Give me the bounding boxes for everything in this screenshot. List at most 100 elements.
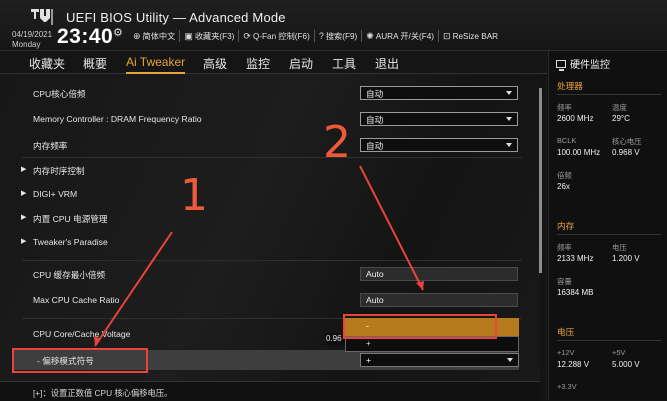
menu-tab-0[interactable]: 收藏夹 xyxy=(29,55,65,72)
hw-metric-value: 1.200 V xyxy=(612,254,640,263)
setting-label: CPU Core/Cache Voltage xyxy=(33,329,131,339)
setting-value: Auto xyxy=(366,295,384,305)
toolbar-label: 收藏夹(F3) xyxy=(194,32,235,41)
divider xyxy=(557,234,661,235)
setting-select[interactable]: 自动 xyxy=(360,86,518,100)
setting-label: DIGI+ VRM xyxy=(33,189,78,199)
menu-tab-5[interactable]: 启动 xyxy=(289,55,313,72)
setting-row[interactable]: Max CPU Cache Ratio Auto xyxy=(0,289,540,313)
hw-metric-value: 16384 MB xyxy=(557,288,594,297)
hw-metric-label: 频率 xyxy=(557,103,572,112)
description-bar: [+]：设置正数值 CPU 核心偏移电压。 xyxy=(0,381,540,401)
setting-input[interactable]: Auto xyxy=(360,293,518,307)
chevron-down-icon xyxy=(506,143,512,147)
setting-row[interactable]: Memory Controller : DRAM Frequency Ratio… xyxy=(0,108,540,132)
hw-metric-value: 2133 MHz xyxy=(557,254,594,263)
toolbar-label: 简体中文 xyxy=(142,32,176,41)
hw-section-title: 内存 xyxy=(557,221,575,231)
setting-row[interactable]: ▶ 内置 CPU 电源管理 xyxy=(0,207,540,231)
setting-label: CPU 缓存最小倍频 xyxy=(33,270,106,280)
day-text: Monday xyxy=(12,40,41,49)
annotation-number-1: 1 xyxy=(180,170,208,221)
hw-metric-label: 倍频 xyxy=(557,171,572,180)
setting-row[interactable]: ▶ 内存时序控制 xyxy=(0,159,540,183)
date-display: 04/19/2021 Monday xyxy=(12,30,52,50)
hw-metric-value: 0.968 V xyxy=(612,148,640,157)
hw-metric-label: 核心电压 xyxy=(612,137,642,146)
setting-row[interactable]: 内存频率 自动 xyxy=(0,134,540,158)
main-menu-bar: 收藏夹 概要 Ai Tweaker 高级 监控 启动 工具 退出 xyxy=(0,51,547,74)
toolbar-label: ReSize BAR xyxy=(452,31,499,41)
chevron-right-icon: ▶ xyxy=(21,190,27,197)
setting-input[interactable]: Auto xyxy=(360,267,518,281)
hardware-monitor-panel: 硬件监控 处理器 频率 2600 MHz 温度 29°C BCLK 100.00 MHz 核心… xyxy=(548,51,667,400)
settings-scrollbar[interactable] xyxy=(539,88,542,273)
setting-label: 内存时序控制 xyxy=(33,166,85,176)
hw-metric-label: 电压 xyxy=(612,243,627,252)
setting-value: 自动 xyxy=(366,141,384,151)
clock-time: 23:40 xyxy=(57,25,114,48)
hw-metric-label: +5V xyxy=(612,348,626,357)
setting-value: Auto xyxy=(366,269,384,279)
setting-row[interactable]: ▶ Tweaker's Paradise xyxy=(0,231,540,255)
setting-select[interactable]: 自动 xyxy=(360,112,518,126)
toolbar-search-button[interactable]: ? 搜索(F9) xyxy=(313,30,361,42)
chevron-down-icon xyxy=(506,117,512,121)
hw-metric-value: 29°C xyxy=(612,114,630,123)
annotation-box-2 xyxy=(343,314,497,339)
menu-tab-7[interactable]: 退出 xyxy=(375,55,399,72)
resize-bar-icon: ⊡ xyxy=(443,30,451,41)
favorites-icon: ▣ xyxy=(184,30,193,41)
hw-monitor-title: 硬件监控 xyxy=(556,56,610,71)
hw-metric-value: 12.288 V xyxy=(557,360,590,369)
chevron-right-icon: ▶ xyxy=(21,166,27,173)
globe-icon: ⊕ xyxy=(133,30,141,41)
hw-metric-value: 2600 MHz xyxy=(557,114,594,123)
toolbar-resize-bar-button[interactable]: ⊡ ReSize BAR xyxy=(438,30,502,42)
monitor-icon xyxy=(556,59,566,71)
tuf-logo-icon xyxy=(31,9,53,25)
aura-icon: ✺ xyxy=(366,30,374,41)
toolbar-favorites-button[interactable]: ▣ 收藏夹(F3) xyxy=(179,30,238,42)
menu-tab-2[interactable]: Ai Tweaker xyxy=(126,55,186,74)
annotation-box-1 xyxy=(12,348,148,373)
hw-section-title: 处理器 xyxy=(557,81,583,91)
setting-label: Memory Controller : DRAM Frequency Ratio xyxy=(33,114,202,124)
setting-row[interactable]: ▶ DIGI+ VRM xyxy=(0,183,540,207)
hw-metric-value: 26x xyxy=(557,182,570,191)
menu-tab-4[interactable]: 监控 xyxy=(246,55,270,72)
divider xyxy=(557,94,661,95)
setting-row[interactable]: CPU核心倍频 自动 xyxy=(0,82,540,106)
app-title: UEFI BIOS Utility — Advanced Mode xyxy=(66,10,286,25)
date-text: 04/19/2021 xyxy=(12,30,53,39)
chevron-right-icon: ▶ xyxy=(21,214,27,221)
setting-value: 自动 xyxy=(366,115,384,125)
toolbar-label: 搜索(F9) xyxy=(325,32,358,41)
hw-section-title: 电压 xyxy=(557,327,575,337)
toolbar-globe-button[interactable]: ⊕ 简体中文 xyxy=(129,30,179,42)
toolbar-label: Q-Fan 控制(F6) xyxy=(252,32,310,41)
clock-settings-icon[interactable]: ⚙ xyxy=(113,26,123,39)
setting-label: CPU核心倍频 xyxy=(33,89,86,99)
menu-tab-6[interactable]: 工具 xyxy=(332,55,356,72)
setting-label: 内置 CPU 电源管理 xyxy=(33,214,108,224)
search-icon: ? xyxy=(318,31,324,41)
hw-metric-label: +12V xyxy=(557,348,575,357)
hw-metric-label: 频率 xyxy=(557,243,572,252)
menu-tab-1[interactable]: 概要 xyxy=(83,55,107,72)
hw-metric-label: 温度 xyxy=(612,103,627,112)
hw-metric-label: 容量 xyxy=(557,277,572,286)
fan-icon: ⟳ xyxy=(243,30,251,41)
menu-tab-3[interactable]: 高级 xyxy=(203,55,227,72)
chevron-down-icon xyxy=(506,91,512,95)
toolbar-aura-button[interactable]: ✺ AURA 开/关(F4) xyxy=(361,30,438,42)
annotation-number-2: 2 xyxy=(323,117,351,168)
setting-select[interactable]: 自动 xyxy=(360,138,518,152)
hw-metric-value: 100.00 MHz xyxy=(557,148,601,157)
divider xyxy=(22,260,522,261)
toolbar-label: AURA 开/关(F4) xyxy=(375,32,435,41)
hw-metric-label: +3.3V xyxy=(557,382,577,391)
toolbar-fan-button[interactable]: ⟳ Q-Fan 控制(F6) xyxy=(238,30,313,42)
description-text: [+]：设置正数值 CPU 核心偏移电压。 xyxy=(33,388,173,398)
setting-row[interactable]: CPU 缓存最小倍频 Auto xyxy=(0,263,540,287)
